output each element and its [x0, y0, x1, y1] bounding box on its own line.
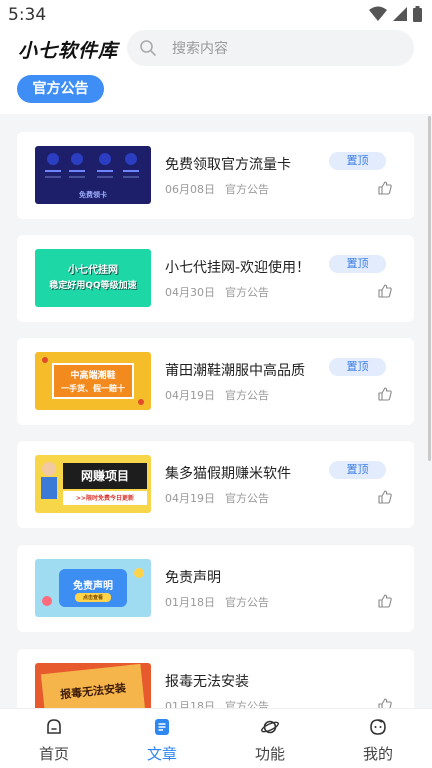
article-thumbnail: 网赚项目 >>限时免费今日更新 [35, 455, 151, 513]
article-date: 01月18日 [165, 700, 215, 708]
scrollbar[interactable] [428, 116, 431, 461]
article-list[interactable]: 免费领卡 免费领取官方流量卡 06月08日 官方公告 置顶 小七代挂网 稳定好用Q… [0, 114, 432, 708]
thumbs-up-icon[interactable] [378, 490, 392, 504]
tab-official-notice[interactable]: 官方公告 [17, 75, 104, 103]
article-title: 小七代挂网-欢迎使用！ [165, 260, 311, 276]
thumbnail-caption: 稳定好用QQ等级加速 [49, 281, 137, 291]
article-icon [155, 719, 169, 735]
article-title: 报毒无法安装 [165, 674, 249, 690]
article-meta: 01月18日 官方公告 [165, 594, 269, 610]
thumbnail-caption: 免费领卡 [79, 191, 107, 199]
tab-features[interactable]: 功能 [216, 709, 324, 768]
tab-label: 功能 [254, 745, 285, 763]
pinned-badge: 置顶 [329, 461, 386, 479]
battery-icon [413, 6, 422, 22]
pinned-badge: 置顶 [329, 255, 386, 273]
list-item[interactable]: 网赚项目 >>限时免费今日更新 集多猫假期赚米软件 04月19日 官方公告 置顶 [17, 441, 414, 528]
thumbnail-caption: 小七代挂网 [68, 265, 118, 276]
article-date: 04月19日 [165, 492, 215, 505]
list-item[interactable]: 中高端潮鞋 一手货、假一赔十 莆田潮鞋潮服中高品质 04月19日 官方公告 置顶 [17, 338, 414, 425]
article-thumbnail: 免责声明 点击查看 [35, 559, 151, 617]
planet-icon [261, 720, 279, 734]
article-date: 06月08日 [165, 183, 215, 196]
profile-icon [370, 719, 386, 735]
article-thumbnail: 中高端潮鞋 一手货、假一赔十 [35, 352, 151, 410]
tab-label: 文章 [146, 745, 177, 763]
article-category: 官方公告 [225, 286, 269, 299]
status-time: 5:34 [8, 5, 47, 25]
thumbs-up-icon[interactable] [378, 387, 392, 401]
thumbs-up-icon[interactable] [378, 698, 392, 708]
article-meta: 06月08日 官方公告 [165, 181, 269, 197]
search-icon [140, 40, 156, 56]
tab-home[interactable]: 首页 [0, 709, 108, 768]
status-bar: 5:34 [0, 0, 432, 30]
pinned-badge: 置顶 [329, 358, 386, 376]
tab-label: 我的 [362, 745, 393, 763]
list-item[interactable]: 小七代挂网 稳定好用QQ等级加速 小七代挂网-欢迎使用！ 04月30日 官方公告 … [17, 235, 414, 322]
article-title: 莆田潮鞋潮服中高品质 [165, 363, 305, 379]
article-thumbnail: 报毒无法安装 [35, 663, 151, 708]
home-icon [47, 719, 61, 734]
tab-profile[interactable]: 我的 [324, 709, 432, 768]
tab-label: 首页 [38, 745, 69, 763]
thumbnail-caption: 中高端潮鞋 [70, 371, 116, 381]
thumbs-up-icon[interactable] [378, 181, 392, 195]
pinned-badge: 置顶 [329, 152, 386, 170]
tab-article[interactable]: 文章 [108, 709, 216, 768]
status-icons [369, 6, 422, 22]
article-thumbnail: 免费领卡 [35, 146, 151, 204]
article-category: 官方公告 [225, 700, 269, 708]
article-category: 官方公告 [225, 389, 269, 402]
thumbnail-caption: 点击查看 [82, 595, 103, 601]
article-date: 04月19日 [165, 389, 215, 402]
header: 小七软件库 搜索内容 官方公告 [0, 30, 432, 114]
list-item[interactable]: 免责声明 点击查看 免责声明 01月18日 官方公告 [17, 545, 414, 632]
thumbnail-caption: 一手货、假一赔十 [61, 384, 125, 393]
article-date: 01月18日 [165, 596, 215, 609]
article-category: 官方公告 [225, 596, 269, 609]
list-item[interactable]: 报毒无法安装 报毒无法安装 01月18日 官方公告 [17, 649, 414, 708]
thumbnail-caption: 网赚项目 [80, 469, 129, 483]
thumbs-up-icon[interactable] [378, 284, 392, 298]
thumbnail-caption: 免责声明 [73, 581, 113, 592]
article-meta: 01月18日 官方公告 [165, 698, 269, 708]
bottom-tab-bar: 首页 文章 功能 我的 [0, 708, 432, 768]
article-thumbnail: 小七代挂网 稳定好用QQ等级加速 [35, 249, 151, 307]
search-placeholder: 搜索内容 [172, 41, 228, 57]
article-category: 官方公告 [225, 183, 269, 196]
article-meta: 04月30日 官方公告 [165, 284, 269, 300]
article-title: 免费领取官方流量卡 [165, 157, 291, 173]
article-date: 04月30日 [165, 286, 215, 299]
list-item[interactable]: 免费领卡 免费领取官方流量卡 06月08日 官方公告 置顶 [17, 132, 414, 219]
article-meta: 04月19日 官方公告 [165, 490, 269, 506]
thumbs-up-icon[interactable] [378, 594, 392, 608]
app-title: 小七软件库 [18, 40, 119, 62]
thumbnail-caption: >>限时免费今日更新 [75, 495, 135, 502]
signal-icon [393, 7, 407, 21]
article-title: 免责声明 [165, 570, 221, 586]
article-category: 官方公告 [225, 492, 269, 505]
wifi-icon [369, 6, 387, 21]
article-meta: 04月19日 官方公告 [165, 387, 269, 403]
article-title: 集多猫假期赚米软件 [165, 466, 291, 482]
search-input[interactable]: 搜索内容 [127, 30, 414, 66]
